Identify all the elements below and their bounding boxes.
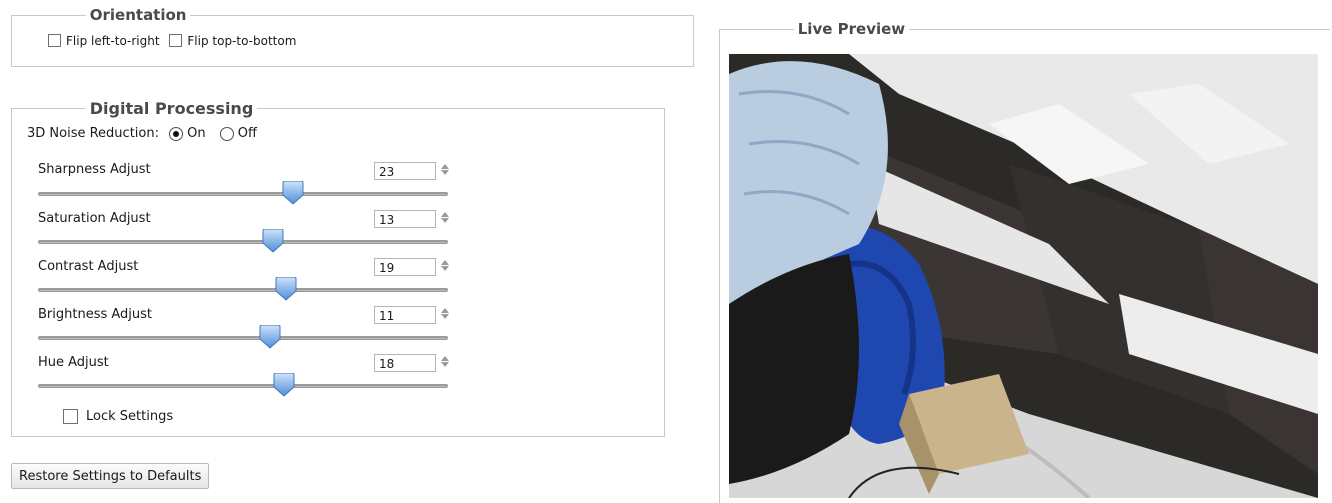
noise-reduction-off-radio[interactable] <box>219 126 234 141</box>
flip-left-right-label[interactable]: Flip left-to-right <box>66 34 160 48</box>
flip-top-bottom-label[interactable]: Flip top-to-bottom <box>187 34 296 48</box>
contrast-value-input[interactable]: 19 <box>374 258 436 276</box>
orientation-title: Orientation <box>89 6 187 24</box>
noise-reduction-on-label[interactable]: On <box>187 126 205 141</box>
spin-up-icon[interactable] <box>441 356 449 361</box>
lock-settings-checkbox[interactable] <box>63 409 78 424</box>
lock-settings-row: Lock Settings <box>63 409 173 424</box>
saturation-label: Saturation Adjust <box>38 211 151 226</box>
noise-reduction-label: 3D Noise Reduction: <box>27 126 159 141</box>
hue-value-input[interactable]: 18 <box>374 354 436 372</box>
spin-down-icon[interactable] <box>441 266 449 271</box>
saturation-spinner[interactable] <box>440 211 450 224</box>
contrast-spinner[interactable] <box>440 259 450 272</box>
spin-up-icon[interactable] <box>441 212 449 217</box>
sharpness-slider-thumb[interactable] <box>282 181 304 205</box>
digital-processing-title: Digital Processing <box>89 99 254 118</box>
brightness-spinner[interactable] <box>440 307 450 320</box>
brightness-value-input[interactable]: 11 <box>374 306 436 324</box>
flip-left-right-checkbox[interactable] <box>48 34 61 47</box>
lock-settings-label[interactable]: Lock Settings <box>86 409 173 424</box>
sharpness-label: Sharpness Adjust <box>38 162 151 177</box>
saturation-slider-track[interactable] <box>38 240 448 244</box>
brightness-slider-track[interactable] <box>38 336 448 340</box>
noise-reduction-on-radio[interactable] <box>169 126 184 141</box>
brightness-slider-thumb[interactable] <box>259 325 281 349</box>
contrast-label: Contrast Adjust <box>38 259 139 274</box>
spin-down-icon[interactable] <box>441 362 449 367</box>
spin-up-icon[interactable] <box>441 260 449 265</box>
live-preview-title: Live Preview <box>797 20 906 38</box>
saturation-slider-thumb[interactable] <box>262 229 284 253</box>
contrast-slider-track[interactable] <box>38 288 448 292</box>
spin-down-icon[interactable] <box>441 170 449 175</box>
hue-label: Hue Adjust <box>38 355 109 370</box>
sharpness-slider-track[interactable] <box>38 192 448 196</box>
saturation-value-input[interactable]: 13 <box>374 210 436 228</box>
contrast-slider-thumb[interactable] <box>275 277 297 301</box>
restore-defaults-button[interactable]: Restore Settings to Defaults <box>11 463 210 489</box>
hue-spinner[interactable] <box>440 355 450 368</box>
spin-down-icon[interactable] <box>441 314 449 319</box>
sharpness-value-input[interactable]: 23 <box>374 162 436 180</box>
spin-up-icon[interactable] <box>441 164 449 169</box>
noise-reduction-off-label[interactable]: Off <box>238 126 257 141</box>
orientation-options: Flip left-to-right Flip top-to-bottom <box>48 33 302 48</box>
camera-preview-image <box>729 54 1318 498</box>
sharpness-spinner[interactable] <box>440 163 450 176</box>
spin-down-icon[interactable] <box>441 218 449 223</box>
spin-up-icon[interactable] <box>441 308 449 313</box>
hue-slider-thumb[interactable] <box>273 373 295 397</box>
noise-reduction-row: 3D Noise Reduction: On Off <box>27 126 263 141</box>
brightness-label: Brightness Adjust <box>38 307 153 322</box>
hue-slider-track[interactable] <box>38 384 448 388</box>
flip-top-bottom-checkbox[interactable] <box>169 34 183 47</box>
